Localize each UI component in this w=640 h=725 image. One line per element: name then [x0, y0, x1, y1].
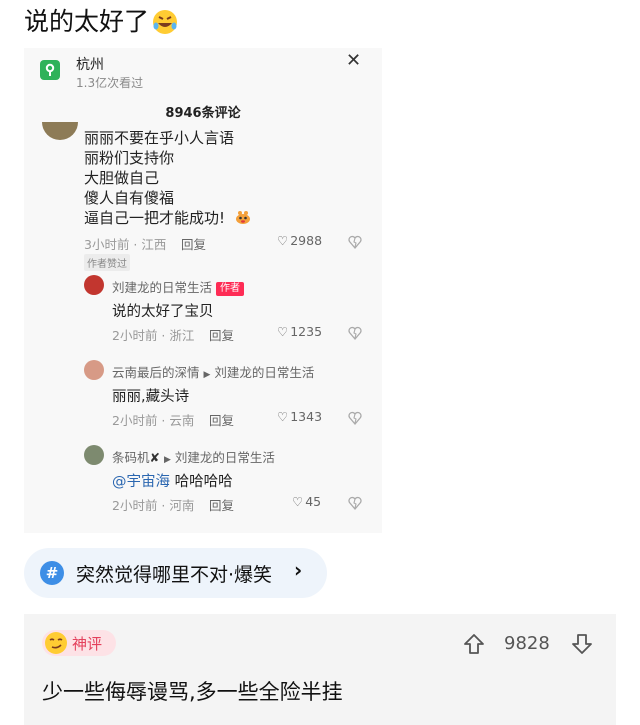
- reply-user[interactable]: 云南最后的深情 ▶ 刘建龙的日常生活: [112, 362, 314, 381]
- heart-icon: ♡: [277, 233, 289, 248]
- post-title-text: 说的太好了: [24, 7, 150, 36]
- reply-user[interactable]: 刘建龙的日常生活 作者: [112, 277, 245, 296]
- like-button[interactable]: ♡ 1235: [277, 324, 322, 339]
- location-row[interactable]: 杭州 1.3亿次看过 ✕: [24, 48, 382, 96]
- upvote-arrow-icon[interactable]: [462, 632, 486, 656]
- crab-emoji-icon: [235, 211, 250, 224]
- heart-icon: ♡: [277, 324, 289, 339]
- hot-comment-card: 神评 9828 少一些侮辱谩骂,多一些全险半挂: [24, 614, 616, 725]
- reply-button[interactable]: 回复: [209, 495, 234, 514]
- reply-button[interactable]: 回复: [181, 234, 206, 253]
- like-button[interactable]: ♡ 1343: [277, 409, 322, 424]
- topic-pill[interactable]: # 突然觉得哪里不对·爆笑 ›: [24, 548, 327, 598]
- avatar[interactable]: [84, 445, 104, 465]
- dislike-icon[interactable]: [347, 495, 363, 511]
- comment-meta: 3小时前 · 江西: [84, 237, 167, 252]
- author-tag: 作者: [216, 282, 245, 296]
- avatar[interactable]: [42, 122, 78, 140]
- reply-meta: 2小时前 · 浙江: [112, 328, 195, 343]
- reply-target-name: 刘建龙的日常生活: [174, 450, 275, 465]
- reply-text: 丽丽,藏头诗: [112, 389, 190, 405]
- embedded-comment-screenshot: 杭州 1.3亿次看过 ✕ 8946条评论 丽丽不要在乎小人言语 丽粉们支持你 大…: [24, 48, 382, 533]
- reply-user-name: 云南最后的深情: [112, 365, 200, 380]
- chevron-right-icon: ›: [294, 558, 303, 582]
- reply-button[interactable]: 回复: [209, 325, 234, 344]
- cross-icon: ✘: [149, 450, 160, 465]
- comment-line: 傻人自有傻福: [84, 189, 175, 207]
- like-count: 1235: [290, 324, 323, 339]
- reply-target-name: 刘建龙的日常生活: [214, 365, 315, 380]
- location-views: 1.3亿次看过: [76, 76, 144, 90]
- close-icon[interactable]: ✕: [346, 50, 361, 71]
- rofl-emoji-icon: [153, 10, 178, 34]
- comment-line-text: 逼自己一把才能成功!: [84, 209, 226, 227]
- like-count: 1343: [290, 409, 323, 424]
- reply-arrow-icon: ▶: [203, 370, 211, 380]
- reply-meta: 2小时前 · 河南: [112, 498, 195, 513]
- downvote-arrow-icon[interactable]: [570, 632, 594, 656]
- reply-text: @宇宙海 哈哈哈哈: [112, 470, 233, 491]
- heart-icon: ♡: [277, 409, 289, 424]
- author-liked-badge: 作者赞过: [84, 254, 130, 271]
- reply-button[interactable]: 回复: [209, 410, 234, 429]
- hot-comment-text: 少一些侮辱谩骂,多一些全险半挂: [42, 680, 343, 704]
- dislike-icon[interactable]: [347, 410, 363, 426]
- like-button[interactable]: ♡ 2988: [277, 233, 322, 248]
- location-city: 杭州: [76, 57, 104, 73]
- dislike-icon[interactable]: [347, 325, 363, 341]
- reply-text-body: 哈哈哈哈: [170, 474, 233, 490]
- reply-text: 说的太好了宝贝: [112, 304, 214, 320]
- like-count: 45: [305, 494, 322, 509]
- comment-line: 丽丽不要在乎小人言语: [84, 129, 235, 147]
- reply-user-name: 条码机: [112, 450, 150, 465]
- topic-label: 突然觉得哪里不对·爆笑: [76, 564, 273, 586]
- avatar[interactable]: [84, 360, 104, 380]
- reply-meta: 2小时前 · 云南: [112, 413, 195, 428]
- mention-link[interactable]: @宇宙海: [112, 474, 170, 490]
- reply-arrow-icon: ▶: [163, 455, 171, 465]
- reply-user-name: 刘建龙的日常生活: [112, 280, 213, 295]
- comment-line: 丽粉们支持你: [84, 149, 175, 167]
- dislike-icon[interactable]: [347, 234, 363, 250]
- smirk-emoji-icon: [45, 632, 67, 654]
- avatar[interactable]: [84, 275, 104, 295]
- vote-count: 9828: [504, 633, 550, 654]
- hot-comment-badge: 神评: [42, 630, 116, 656]
- like-button[interactable]: ♡ 45: [292, 494, 321, 509]
- like-count: 2988: [290, 233, 323, 248]
- heart-icon: ♡: [292, 494, 304, 509]
- hashtag-icon: #: [40, 561, 64, 585]
- comment-line-last: 逼自己一把才能成功!: [84, 208, 252, 228]
- reply-user[interactable]: 条码机✘ ▶ 刘建龙的日常生活: [112, 447, 275, 466]
- comment-count: 8946条评论: [165, 106, 241, 121]
- map-pin-icon: [40, 60, 60, 80]
- post-title: 说的太好了: [24, 6, 179, 38]
- comment-line: 大胆做自己: [84, 169, 160, 187]
- hot-badge-label: 神评: [72, 635, 103, 653]
